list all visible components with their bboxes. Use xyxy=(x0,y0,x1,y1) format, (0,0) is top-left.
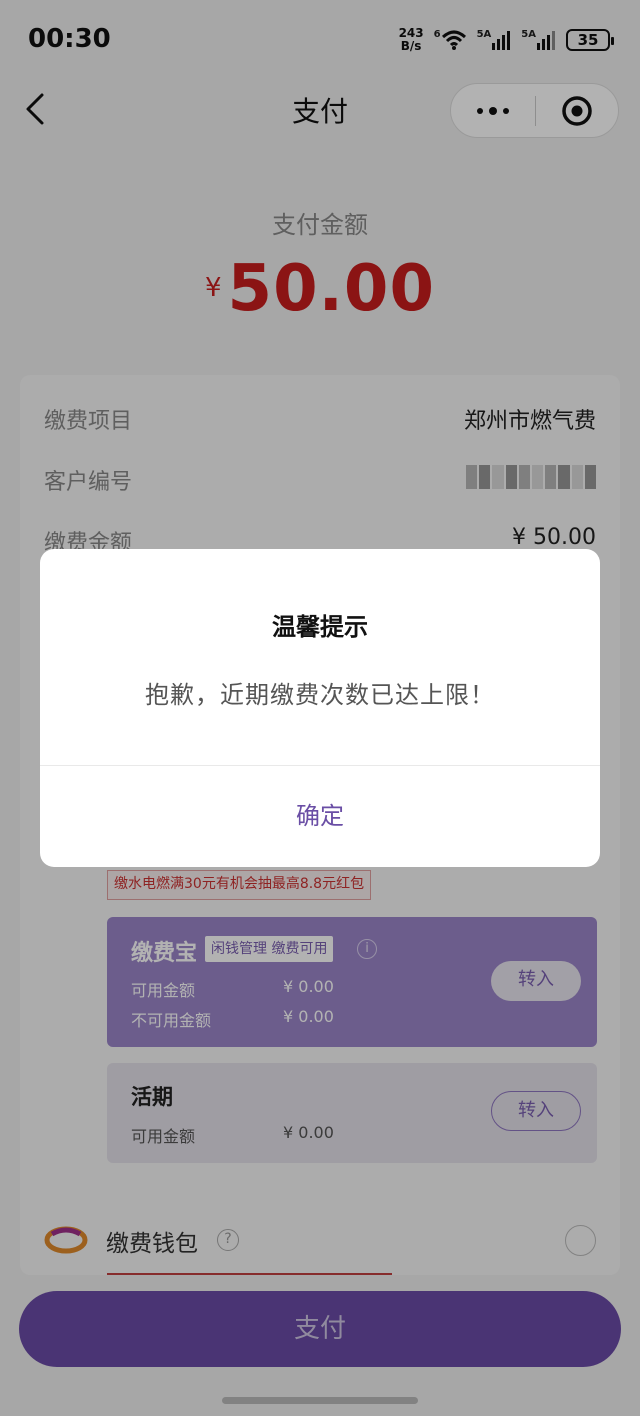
confirm-button[interactable]: 确定 xyxy=(40,766,600,867)
alert-dialog: 温馨提示 抱歉，近期缴费次数已达上限！ 确定 xyxy=(40,549,600,867)
dialog-title: 温馨提示 xyxy=(272,613,368,641)
dialog-message: 抱歉，近期缴费次数已达上限！ xyxy=(145,681,495,709)
